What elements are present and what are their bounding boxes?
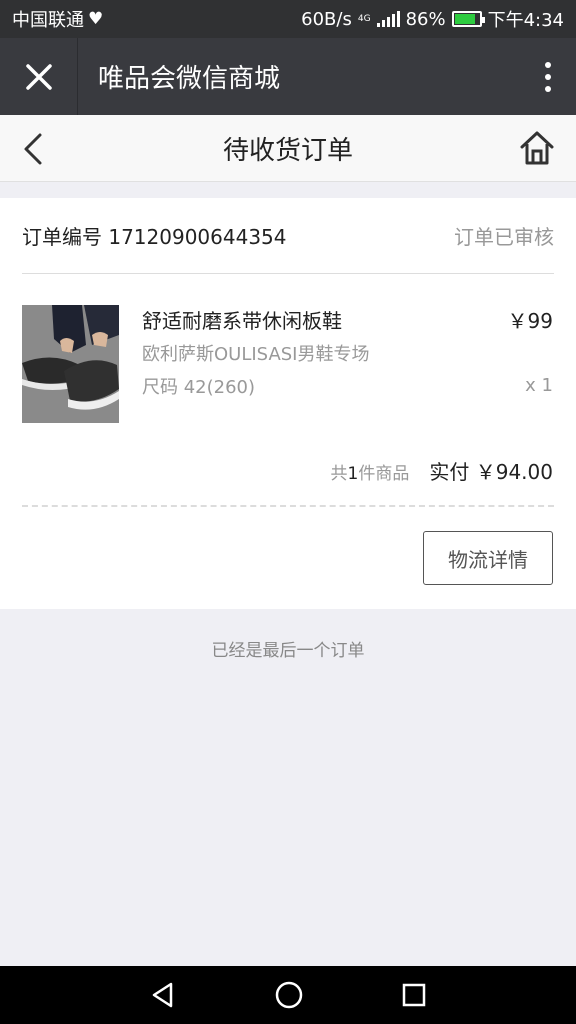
item-count-suffix: 件商品: [358, 464, 410, 484]
order-header: 订单编号 17120900644354 订单已审核: [22, 198, 554, 274]
status-bar: 中国联通 ♥ 60B/s 4G 86% 下午4:34: [0, 0, 576, 38]
paid-amount: 实付 ￥94.00: [429, 460, 553, 484]
close-icon[interactable]: [0, 38, 78, 115]
wechat-page-title: 唯品会微信商城: [98, 64, 281, 94]
android-home-icon[interactable]: [274, 980, 304, 1010]
item-count: 共1件商品: [331, 459, 410, 484]
product-name[interactable]: 舒适耐磨系带休闲板鞋: [142, 305, 342, 334]
net-speed: 60B/s: [301, 8, 352, 30]
item-count-prefix: 共: [330, 464, 348, 484]
heart-rate-icon: ♥: [88, 9, 104, 29]
battery-icon: [451, 11, 485, 27]
wechat-title-bar: 唯品会微信商城: [0, 38, 576, 115]
clock: 下午4:34: [487, 10, 564, 31]
signal-icon: [376, 11, 400, 27]
item-count-number: 1: [347, 464, 359, 484]
order-number: 订单编号 17120900644354: [22, 225, 287, 249]
page-title: 待收货订单: [222, 135, 353, 166]
home-icon[interactable]: [518, 129, 556, 167]
android-back-icon[interactable]: [149, 981, 177, 1009]
status-left: 中国联通 ♥: [12, 6, 103, 32]
product-price: ￥99: [507, 309, 553, 333]
status-right: 60B/s 4G 86% 下午4:34: [301, 6, 564, 32]
dashed-divider: [22, 505, 554, 507]
product-quantity: x 1: [525, 375, 553, 396]
more-options-icon[interactable]: [520, 38, 576, 115]
order-summary: 共1件商品 实付 ￥94.00: [331, 456, 553, 486]
carrier-name: 中国联通: [12, 10, 84, 31]
android-nav-bar: [0, 966, 576, 1024]
product-image[interactable]: [22, 305, 119, 423]
back-arrow-icon[interactable]: [20, 131, 50, 167]
logistics-details-button[interactable]: 物流详情: [423, 531, 553, 585]
network-type-icon: 4G: [357, 13, 371, 24]
android-recents-icon[interactable]: [401, 982, 427, 1008]
order-card[interactable]: 订单编号 17120900644354 订单已审核 舒适耐磨系带休闲板鞋 欧利萨…: [0, 198, 576, 609]
order-status: 订单已审核: [454, 225, 554, 249]
nav-bar: 待收货订单: [0, 115, 576, 182]
product-shop: 欧利萨斯OULISASI男鞋专场: [142, 344, 370, 365]
battery-percent: 86%: [405, 8, 446, 30]
end-of-list-note: 已经是最后一个订单: [211, 641, 365, 661]
product-size: 尺码 42(260): [142, 377, 256, 398]
